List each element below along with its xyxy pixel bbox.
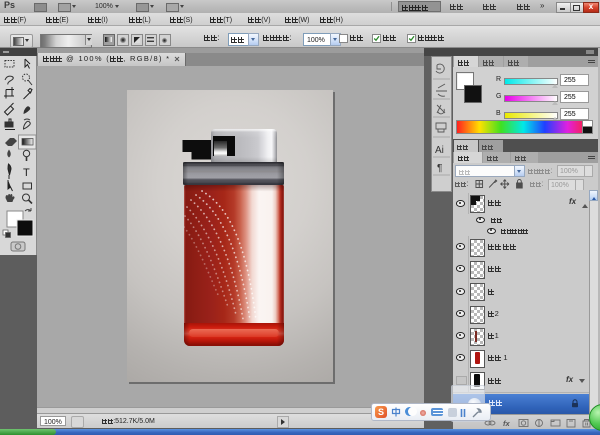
svg-text:T: T [23,167,30,179]
svg-text:¶: ¶ [437,163,442,174]
svg-text:Ai: Ai [435,145,444,156]
svg-text:fx: fx [503,419,510,428]
